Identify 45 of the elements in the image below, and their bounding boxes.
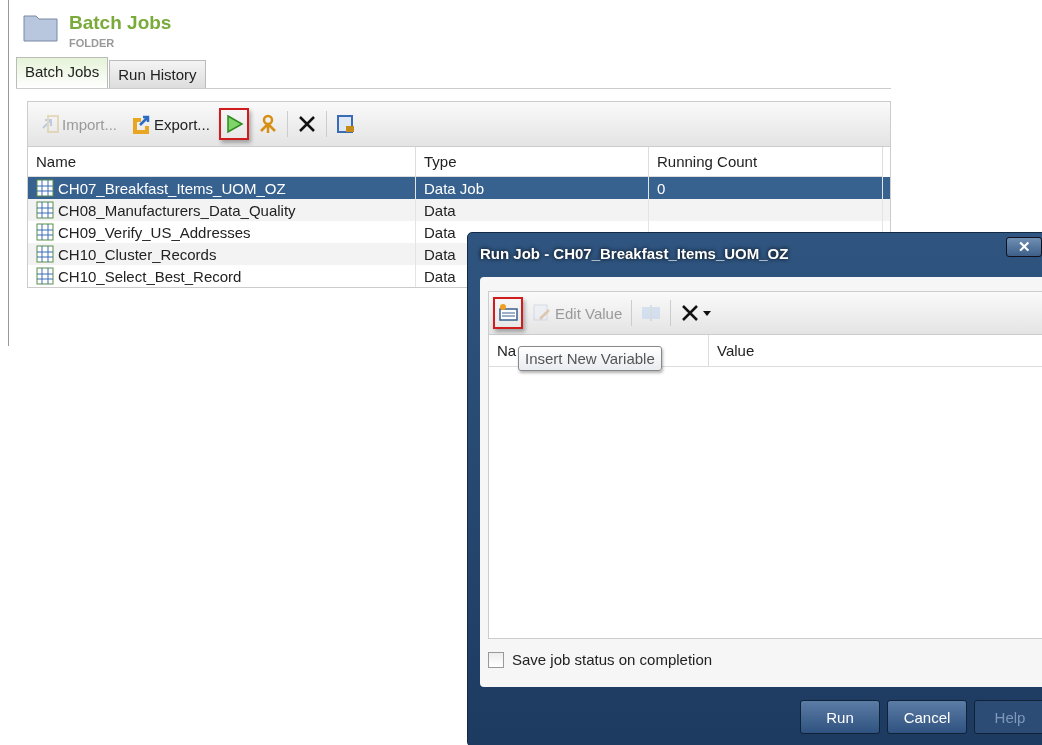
table-row[interactable]: CH07_Breakfast_Items_UOM_OZ Data Job 0 [28,177,890,199]
tooltip: Insert New Variable [518,346,662,371]
close-button[interactable]: ✕ [1006,237,1042,257]
folder-icon [23,12,59,42]
table-row[interactable]: CH08_Manufacturers_Data_Quality Data [28,199,890,221]
table-cell: Data [424,201,456,219]
job-name[interactable]: CH10_Select_Best_Record [58,267,242,285]
column-header[interactable]: Type [416,147,649,177]
dialog-button[interactable]: Run [800,700,880,734]
window-icon [335,114,356,134]
column-header[interactable]: Value [709,335,1042,366]
page-subtitle: FOLDER [69,37,116,49]
tab[interactable]: Batch Jobs [16,57,109,88]
split-icon [641,303,662,323]
dialog-button[interactable]: Cancel [887,700,967,734]
delete-icon [680,303,701,323]
delete-icon [296,114,317,134]
column-header[interactable]: Name [28,147,416,177]
dialog-title: Run Job - CH07_Breakfast_Items_UOM_OZ [480,245,789,264]
data-job-icon [36,201,54,219]
checkbox[interactable] [488,651,504,668]
insert-button[interactable] [493,297,523,329]
run-button[interactable] [218,108,249,140]
job-name[interactable]: CH10_Cluster_Records [58,245,217,263]
data-job-icon [36,267,54,285]
table-cell: Data [424,223,456,241]
variable-icon [498,303,518,323]
table-cell: Data [424,245,456,263]
caret-icon [703,310,712,316]
export-button[interactable]: Export... [126,108,215,140]
table-cell: 0 [657,179,666,197]
job-name[interactable]: CH08_Manufacturers_Data_Quality [58,201,296,219]
job-name[interactable]: CH07_Breakfast_Items_UOM_OZ [58,179,286,197]
tab[interactable]: Run History [109,60,206,88]
data-job-icon [36,223,54,241]
table-cell: Data Job [424,179,485,197]
page-title: Batch Jobs [69,12,172,34]
checkbox-label[interactable]: Save job status on completion [512,651,713,668]
pencil-icon [532,303,552,323]
data-job-icon [36,245,54,263]
data-job-icon [36,179,54,197]
job-name[interactable]: CH09_Verify_US_Addresses [58,223,251,241]
export-icon [131,114,151,134]
column-header[interactable]: Running Count [649,147,883,177]
table-cell: Data [424,267,456,285]
